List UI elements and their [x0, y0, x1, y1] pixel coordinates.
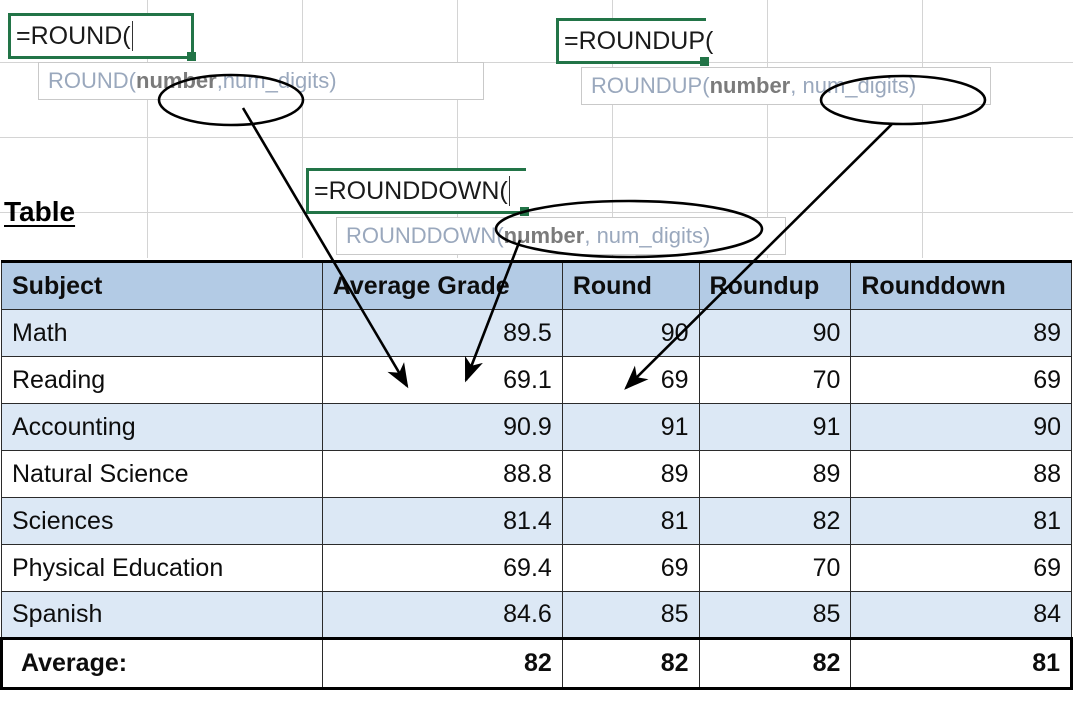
formula-tooltip-rounddown: ROUNDDOWN(number, num_digits)	[336, 217, 786, 255]
cell-subject[interactable]: Accounting	[1, 403, 323, 451]
column-header-rounddown[interactable]: Rounddown	[850, 260, 1072, 310]
table-body: Math 89.5 90 90 89 Reading 69.1 69 70 69 Accountin…	[0, 309, 1073, 690]
cell-round[interactable]: 90	[561, 309, 700, 357]
tooltip-prefix: ROUNDUP(	[591, 73, 710, 98]
cell-subject[interactable]: Spanish	[1, 591, 323, 639]
table-total-row[interactable]: Average: 82 82 82 81	[0, 637, 1073, 690]
column-header-roundup[interactable]: Roundup	[698, 260, 852, 310]
cell-subject[interactable]: Natural Science	[1, 450, 323, 498]
table-row[interactable]: Math 89.5 90 90 89	[1, 309, 1072, 357]
page-title: Table	[4, 196, 76, 227]
cell-total-round[interactable]: 82	[561, 637, 700, 690]
cell-rounddown[interactable]: 84	[850, 591, 1072, 639]
tooltip-prefix: ROUND(	[48, 68, 136, 93]
cell-subject[interactable]: Math	[1, 309, 323, 357]
cell-round[interactable]: 89	[561, 450, 700, 498]
formula-cell-round-text: =ROUND(	[16, 21, 131, 50]
cell-roundup[interactable]: 89	[698, 450, 852, 498]
cell-average-grade[interactable]: 88.8	[321, 450, 563, 498]
formula-cell-rounddown-text: =ROUNDDOWN(	[314, 176, 508, 205]
table-row[interactable]: Accounting 90.9 91 91 90	[1, 403, 1072, 451]
cell-subject[interactable]: Physical Education	[1, 544, 323, 592]
cell-roundup[interactable]: 85	[698, 591, 852, 639]
formula-cell-rounddown[interactable]: =ROUNDDOWN(	[306, 168, 529, 216]
column-header-average-grade[interactable]: Average Grade	[321, 260, 563, 310]
fill-handle-icon[interactable]	[520, 207, 529, 216]
cell-roundup[interactable]: 91	[698, 403, 852, 451]
tooltip-suffix: ,num_digits)	[216, 68, 337, 93]
table-row[interactable]: Physical Education 69.4 69 70 69	[1, 544, 1072, 592]
tooltip-prefix: ROUNDDOWN(	[346, 223, 504, 248]
cell-total-roundup[interactable]: 82	[698, 637, 852, 690]
cell-round[interactable]: 69	[561, 356, 700, 404]
column-header-subject[interactable]: Subject	[1, 260, 323, 310]
cell-roundup[interactable]: 70	[698, 544, 852, 592]
cell-subject[interactable]: Sciences	[1, 497, 323, 545]
cell-rounddown[interactable]: 89	[850, 309, 1072, 357]
cell-roundup[interactable]: 82	[698, 497, 852, 545]
cell-round[interactable]: 69	[561, 544, 700, 592]
formula-group-round: =ROUND( ROUND(number ,num_digits)	[8, 13, 484, 100]
formula-tooltip-round: ROUND(number ,num_digits)	[38, 62, 484, 100]
cell-average-grade[interactable]: 69.4	[321, 544, 563, 592]
cell-rounddown[interactable]: 88	[850, 450, 1072, 498]
cell-average-grade[interactable]: 81.4	[321, 497, 563, 545]
formula-cell-round[interactable]: =ROUND(	[8, 13, 196, 61]
cell-roundup[interactable]: 90	[698, 309, 852, 357]
cell-total-label[interactable]: Average:	[0, 637, 323, 690]
column-header-round[interactable]: Round	[561, 260, 700, 310]
cell-average-grade[interactable]: 84.6	[321, 591, 563, 639]
cell-average-grade[interactable]: 89.5	[321, 309, 563, 357]
text-caret-icon	[131, 21, 133, 51]
formula-cell-roundup-text: =ROUNDUP(	[564, 26, 714, 55]
grades-table: Subject Average Grade Round Roundup Roun…	[0, 260, 1073, 690]
cell-roundup[interactable]: 70	[698, 356, 852, 404]
cell-round[interactable]: 85	[561, 591, 700, 639]
cell-average-grade[interactable]: 90.9	[321, 403, 563, 451]
text-caret-icon	[508, 176, 510, 206]
tooltip-arg-number: number	[136, 68, 217, 93]
cell-rounddown[interactable]: 69	[850, 544, 1072, 592]
cell-total-average-grade[interactable]: 82	[321, 637, 563, 690]
cell-round[interactable]: 81	[561, 497, 700, 545]
cell-rounddown[interactable]: 81	[850, 497, 1072, 545]
fill-handle-icon[interactable]	[187, 52, 196, 61]
formula-group-rounddown: =ROUNDDOWN( ROUNDDOWN(number, num_digits…	[306, 168, 786, 255]
tooltip-suffix: , num_digits)	[790, 73, 917, 98]
table-row[interactable]: Natural Science 88.8 89 89 88	[1, 450, 1072, 498]
table-row[interactable]: Reading 69.1 69 70 69	[1, 356, 1072, 404]
formula-cell-roundup[interactable]: =ROUNDUP(	[556, 18, 713, 66]
fill-handle-icon[interactable]	[700, 57, 709, 66]
tooltip-arg-number: number	[503, 223, 585, 248]
cell-average-grade[interactable]: 69.1	[321, 356, 563, 404]
cell-rounddown[interactable]: 69	[850, 356, 1072, 404]
cell-total-rounddown[interactable]: 81	[850, 637, 1073, 690]
cell-subject[interactable]: Reading	[1, 356, 323, 404]
formula-tooltip-roundup: ROUNDUP(number, num_digits)	[581, 67, 991, 105]
formula-group-roundup: =ROUNDUP( ROUNDUP(number, num_digits)	[556, 18, 991, 105]
tooltip-suffix: , num_digits)	[584, 223, 711, 248]
tooltip-arg-number: number	[709, 73, 791, 98]
cell-rounddown[interactable]: 90	[850, 403, 1072, 451]
table-row[interactable]: Sciences 81.4 81 82 81	[1, 497, 1072, 545]
table-row[interactable]: Spanish 84.6 85 85 84	[1, 591, 1072, 639]
table-header-row: Subject Average Grade Round Roundup Roun…	[1, 260, 1072, 310]
cell-round[interactable]: 91	[561, 403, 700, 451]
